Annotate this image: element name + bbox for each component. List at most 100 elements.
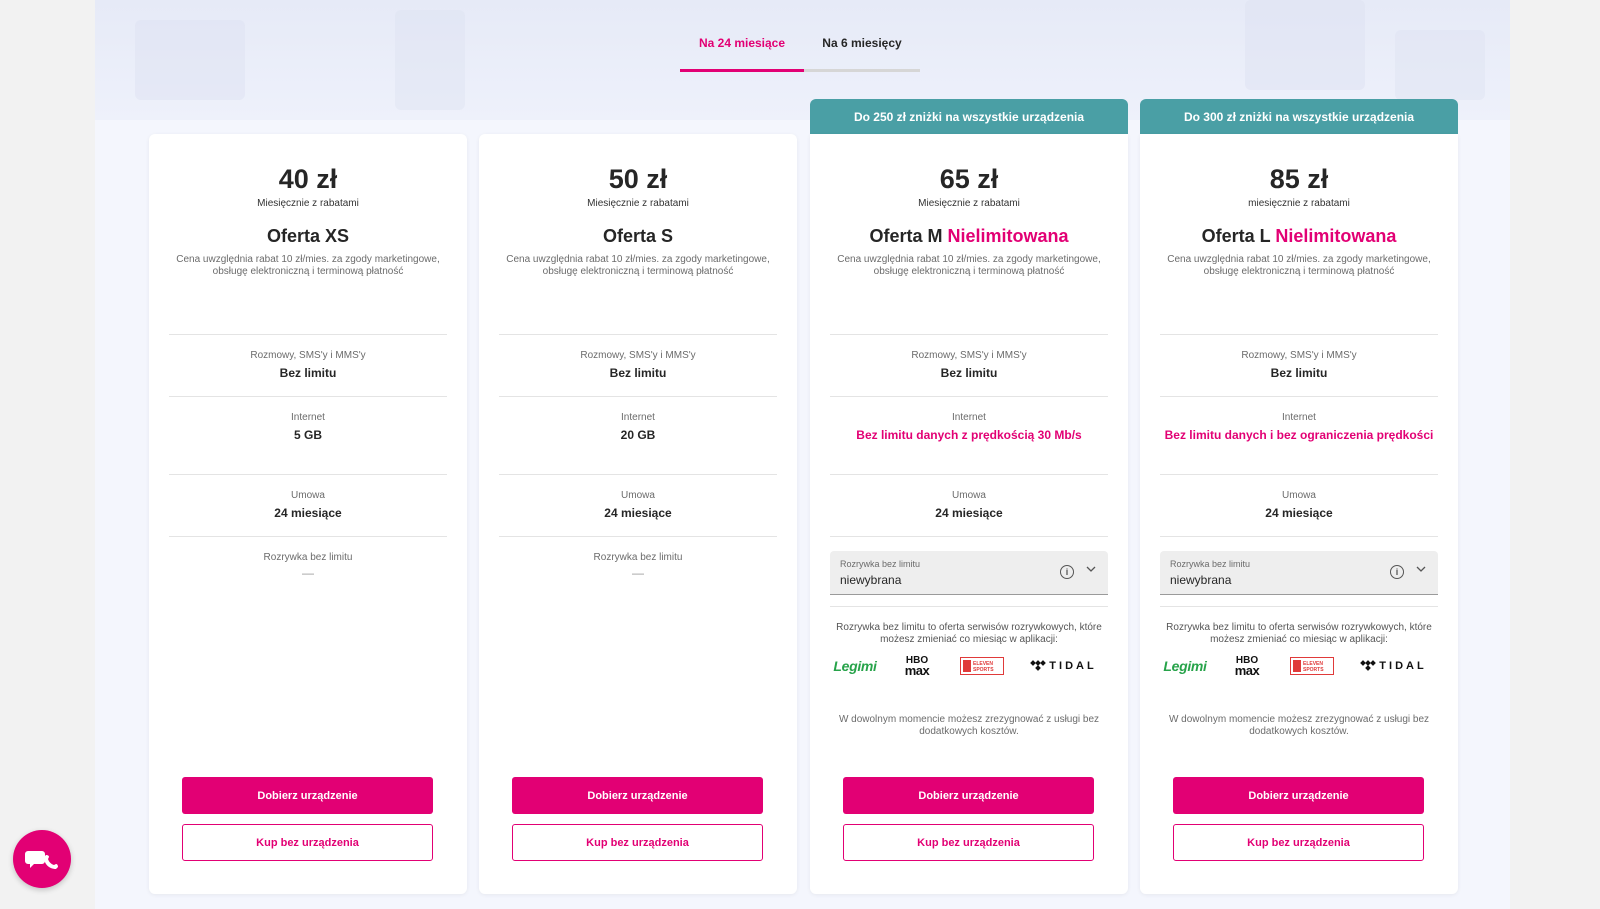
tab-6-months[interactable]: Na 6 miesięcy [804,36,920,72]
internet-value: 20 GB [620,428,656,442]
plan-description: Cena uwzględnia rabat 10 zł/mies. za zgo… [1167,254,1431,277]
contract-value: 24 miesiące [1265,506,1333,520]
entertainment-description: Rozrywka bez limitu to oferta serwisów r… [1166,622,1432,645]
service-logos: Legimi HBO max ELEVEN SPORTS TIDAL [830,654,1108,678]
contract-label: Umowa [291,490,325,501]
promo-banner-l: Do 300 zł zniżki na wszystkie urządzenia [1140,99,1458,135]
internet-value: 5 GB [293,428,322,442]
legimi-logo: Legimi [833,658,877,674]
plan-card-s: 50 zł Miesięcznie z rabatami Oferta S Ce… [479,134,797,894]
calls-label: Rozmowy, SMS'y i MMS'y [580,350,696,361]
entertainment-value: — [302,566,314,580]
internet-label: Internet [291,412,325,423]
cancel-note: W dowolnym momencie możesz zrezygnować z… [838,714,1100,737]
svg-text:SPORTS: SPORTS [973,667,994,673]
plan-price: 40 zł [278,164,338,194]
info-icon[interactable]: i [1390,565,1404,579]
internet-label: Internet [952,412,986,423]
buy-without-device-button[interactable]: Kup bez urządzenia [512,824,763,861]
divider [499,536,777,537]
select-label: Rozrywka bez limitu [1170,559,1251,569]
divider [1160,536,1438,537]
divider [169,334,447,335]
divider [1160,396,1438,397]
calls-label: Rozmowy, SMS'y i MMS'y [250,350,366,361]
internet-value: Bez limitu danych z prędkością 30 Mb/s [856,428,1082,442]
plan-description: Cena uwzględnia rabat 10 zł/mies. za zgo… [837,254,1101,277]
choose-device-button[interactable]: Dobierz urządzenie [843,777,1094,814]
plan-description: Cena uwzględnia rabat 10 zł/mies. za zgo… [176,254,440,277]
choose-device-button[interactable]: Dobierz urządzenie [182,777,433,814]
select-label: Rozrywka bez limitu [840,559,921,569]
internet-value: Bez limitu danych i bez ograniczenia prę… [1164,428,1434,442]
entertainment-description: Rozrywka bez limitu to oferta serwisów r… [836,622,1102,645]
divider [1160,334,1438,335]
calls-value: Bez limitu [609,366,667,380]
buy-without-device-button[interactable]: Kup bez urządzenia [182,824,433,861]
promo-banner-m: Do 250 zł zniżki na wszystkie urządzenia [810,99,1128,135]
divider [830,606,1108,607]
chevron-down-icon [1086,566,1096,572]
tidal-icon [1360,660,1377,671]
offers-page: Na 24 miesiące Na 6 miesięcy Do 250 zł z… [95,0,1510,909]
divider [499,334,777,335]
tidal-logo: TIDAL [1026,654,1102,678]
plan-card-m: 65 zł Miesięcznie z rabatami Oferta M Ni… [810,134,1128,894]
hbo-max-logo: HBO max [1234,655,1260,678]
chat-button[interactable] [13,830,71,888]
divider [499,396,777,397]
tab-24-months[interactable]: Na 24 miesiące [680,36,804,72]
divider [169,396,447,397]
tidal-logo: TIDAL [1356,654,1432,678]
select-value: niewybrana [1170,573,1232,587]
divider [830,396,1108,397]
plan-name: Oferta M Nielimitowana [869,226,1069,246]
service-logos: Legimi HBO max ELEVEN SPORTS TIDAL [1160,654,1438,678]
plan-price: 50 zł [608,164,668,194]
contract-value: 24 miesiące [935,506,1003,520]
contract-label: Umowa [952,490,986,501]
contract-value: 24 miesiące [274,506,342,520]
buy-without-device-button[interactable]: Kup bez urządzenia [843,824,1094,861]
info-icon[interactable]: i [1060,565,1074,579]
contract-label: Umowa [1282,490,1316,501]
plan-price: 65 zł [939,164,999,194]
divider [499,474,777,475]
tidal-icon [1030,660,1047,671]
cancel-note: W dowolnym momencie możesz zrezygnować z… [1168,714,1430,737]
plan-name: Oferta L Nielimitowana [1201,226,1397,246]
plan-price-subtitle: Miesięcznie z rabatami [587,198,689,209]
choose-device-button[interactable]: Dobierz urządzenie [512,777,763,814]
internet-label: Internet [621,412,655,423]
hbo-max-logo: HBO max [904,655,930,678]
calls-value: Bez limitu [279,366,337,380]
plan-name-accent: Nielimitowana [947,226,1069,246]
svg-text:SPORTS: SPORTS [1303,667,1324,673]
entertainment-label: Rozrywka bez limitu [263,552,353,563]
plan-price-subtitle: miesięcznie z rabatami [1248,198,1350,209]
plan-price-subtitle: Miesięcznie z rabatami [918,198,1020,209]
entertainment-select[interactable]: Rozrywka bez limitu niewybrana i [830,551,1108,595]
choose-device-button[interactable]: Dobierz urządzenie [1173,777,1424,814]
plan-name: Oferta S [602,226,674,246]
duration-tabs: Na 24 miesiące Na 6 miesięcy [680,36,920,76]
plan-price: 85 zł [1269,164,1329,194]
divider [1160,474,1438,475]
divider [1160,606,1438,607]
contract-label: Umowa [621,490,655,501]
calls-label: Rozmowy, SMS'y i MMS'y [911,350,1027,361]
calls-value: Bez limitu [940,366,998,380]
entertainment-value: — [632,566,644,580]
entertainment-select[interactable]: Rozrywka bez limitu niewybrana i [1160,551,1438,595]
plan-card-l: 85 zł miesięcznie z rabatami Oferta L Ni… [1140,134,1458,894]
divider [830,334,1108,335]
chevron-down-icon [1416,566,1426,572]
calls-value: Bez limitu [1270,366,1328,380]
buy-without-device-button[interactable]: Kup bez urządzenia [1173,824,1424,861]
divider [830,474,1108,475]
contract-value: 24 miesiące [604,506,672,520]
select-value: niewybrana [840,573,902,587]
entertainment-label: Rozrywka bez limitu [593,552,683,563]
calls-label: Rozmowy, SMS'y i MMS'y [1241,350,1357,361]
divider [169,536,447,537]
